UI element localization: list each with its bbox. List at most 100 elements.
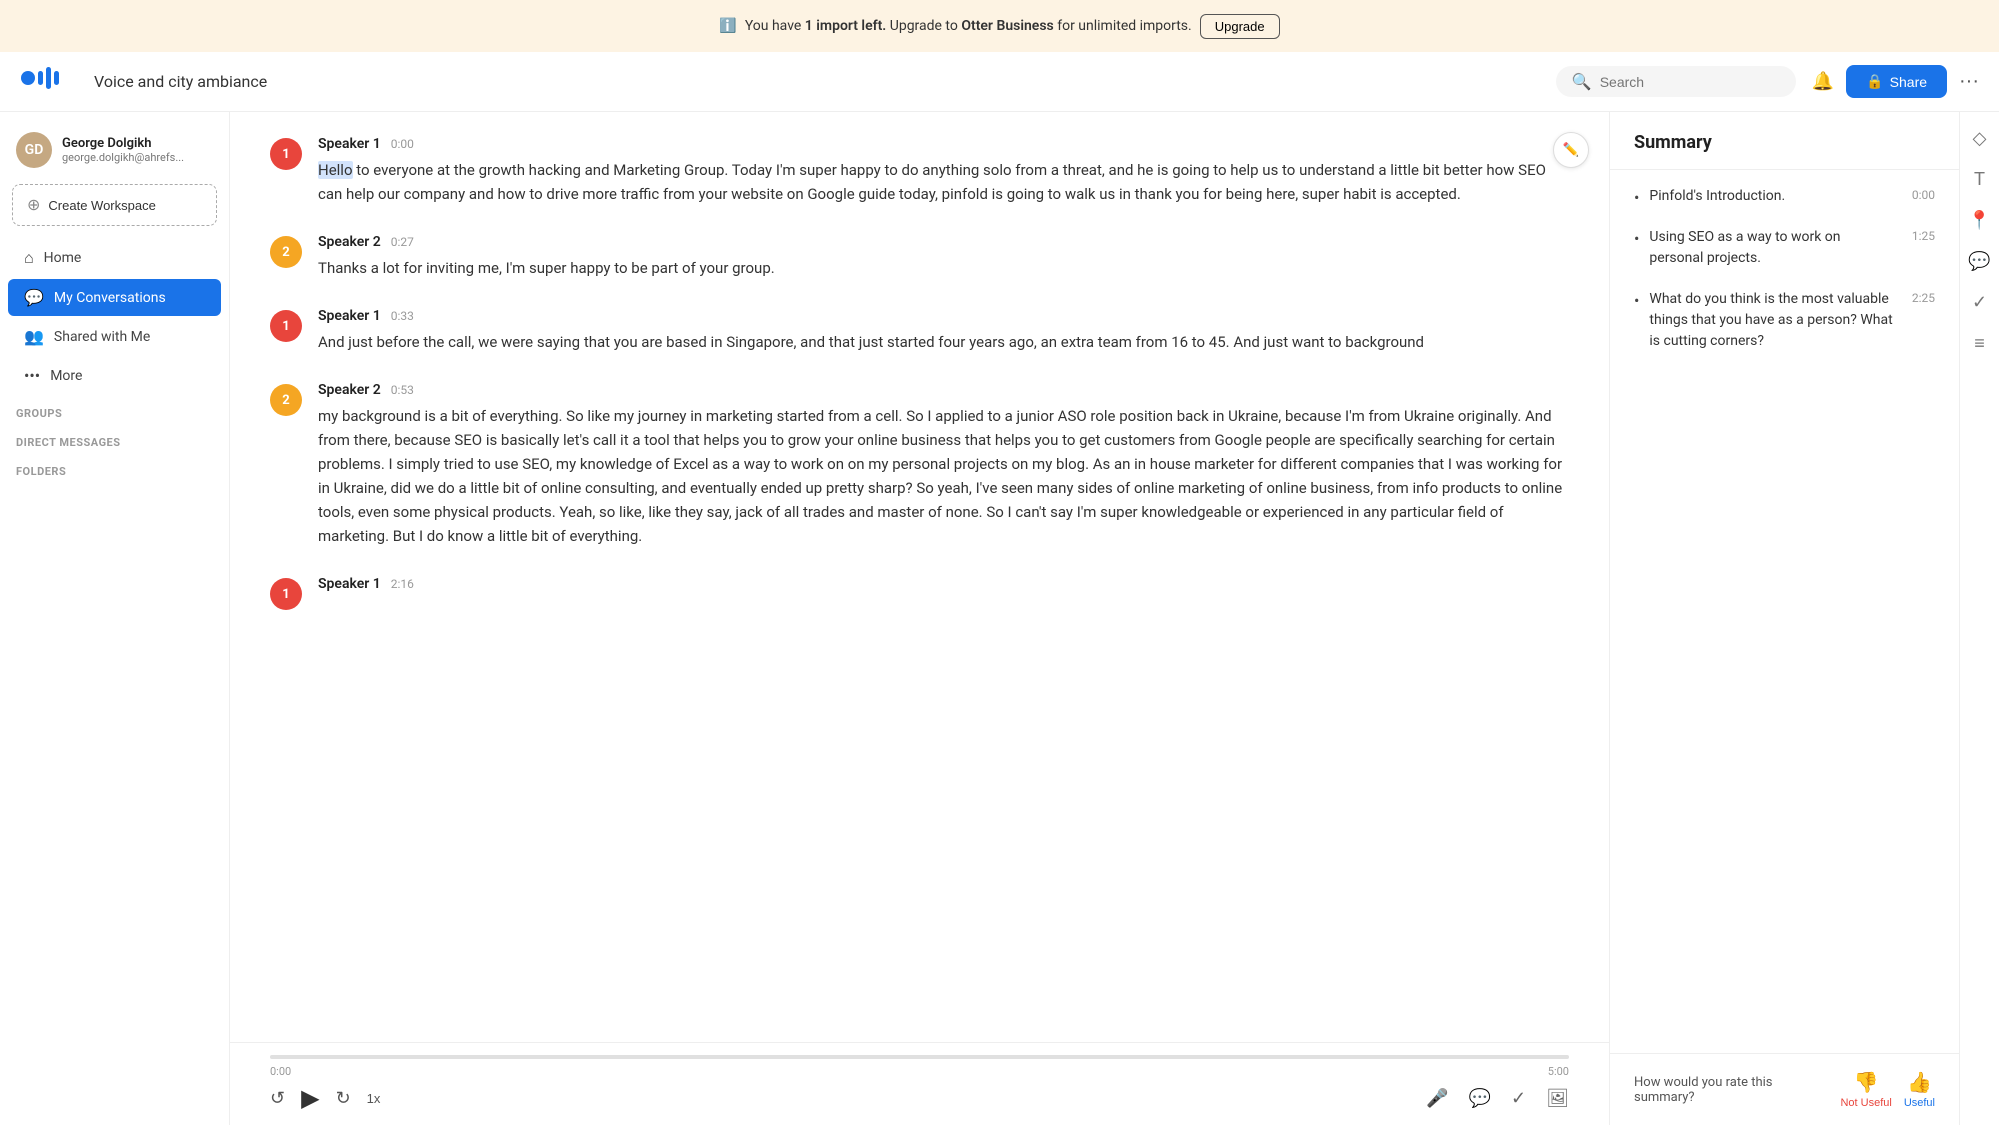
info-icon: ℹ️ xyxy=(719,18,736,34)
rewind-button[interactable]: ↺ xyxy=(270,1088,285,1109)
speaker-1-avatar: 1 xyxy=(270,310,302,342)
progress-bar-container[interactable] xyxy=(270,1055,1569,1059)
summary-panel: Summary • Pinfold's Introduction. 0:00 •… xyxy=(1609,112,1959,1125)
summary-title: Summary xyxy=(1610,112,1959,170)
sidebar-item-label: Shared with Me xyxy=(54,329,150,345)
transcript-wrapper: ✏️ 1 Speaker 1 0:00 Hello to everyone at… xyxy=(230,112,1999,1125)
timestamp: 2:16 xyxy=(391,577,414,591)
summary-item-text: Using SEO as a way to work on personal p… xyxy=(1649,227,1893,269)
bullet-icon: • xyxy=(1634,291,1639,310)
banner-text: You have 1 import left. Upgrade to Otter… xyxy=(745,18,1192,34)
timestamp: 0:33 xyxy=(391,309,414,323)
table-row: 1 Speaker 1 0:33 And just before the cal… xyxy=(270,308,1569,354)
user-section: GD George Dolgikh george.dolgikh@ahrefs.… xyxy=(0,124,229,180)
total-time: 5:00 xyxy=(1548,1065,1569,1078)
not-useful-button[interactable]: 👎 Not Useful xyxy=(1840,1070,1891,1109)
search-icon: 🔍 xyxy=(1572,72,1592,91)
user-name: George Dolgikh xyxy=(62,136,184,151)
table-row: 1 Speaker 1 0:00 Hello to everyone at th… xyxy=(270,136,1569,206)
speaker-2-avatar: 2 xyxy=(270,236,302,268)
pin-icon-button[interactable]: 📍 xyxy=(1968,210,1990,231)
summary-item-time: 2:25 xyxy=(1912,291,1935,305)
avatar: GD xyxy=(16,132,52,168)
speaker-2-avatar: 2 xyxy=(270,384,302,416)
list-icon-button[interactable]: ≡ xyxy=(1974,333,1985,354)
timestamp: 0:53 xyxy=(391,383,414,397)
home-icon: ⌂ xyxy=(24,248,34,268)
time-labels: 0:00 5:00 xyxy=(270,1065,1569,1078)
chat-right-icon-button[interactable]: 💬 xyxy=(1968,251,1990,272)
summary-item-text: Pinfold's Introduction. xyxy=(1649,186,1893,207)
check-icon-button[interactable]: ✓ xyxy=(1511,1088,1526,1109)
timestamp: 0:27 xyxy=(391,235,414,249)
speed-button[interactable]: 1x xyxy=(367,1091,381,1106)
rating-section: How would you rate this summary? 👎 Not U… xyxy=(1610,1053,1959,1125)
sidebar-item-shared-with-me[interactable]: 👥 Shared with Me xyxy=(8,318,221,355)
speaker-1-avatar: 1 xyxy=(270,578,302,610)
speaker-name: Speaker 1 xyxy=(318,136,381,152)
sidebar-item-label: Home xyxy=(44,250,82,266)
table-row: 2 Speaker 2 0:53 my background is a bit … xyxy=(270,382,1569,548)
more-icon: ••• xyxy=(24,366,40,385)
more-options-button[interactable]: ··· xyxy=(1959,70,1979,93)
player-right-controls: 🎤 💬 ✓ 🖼 xyxy=(1426,1088,1569,1109)
transcript-container: ✏️ 1 Speaker 1 0:00 Hello to everyone at… xyxy=(230,112,1609,1125)
chat-icon-button[interactable]: 💬 xyxy=(1469,1088,1491,1109)
message-content: Speaker 2 0:27 Thanks a lot for inviting… xyxy=(318,234,1569,280)
upgrade-button[interactable]: Upgrade xyxy=(1200,14,1280,39)
mic-icon-button[interactable]: 🎤 xyxy=(1426,1088,1448,1109)
sidebar-item-home[interactable]: ⌂ Home xyxy=(8,239,221,277)
create-workspace-button[interactable]: ⊕ Create Workspace xyxy=(12,184,217,226)
speaker-name: Speaker 1 xyxy=(318,576,381,592)
message-text: my background is a bit of everything. So… xyxy=(318,404,1569,548)
logo-icon xyxy=(20,64,68,99)
main-layout: GD George Dolgikh george.dolgikh@ahrefs.… xyxy=(0,112,1999,1125)
speaker-name: Speaker 1 xyxy=(318,308,381,324)
create-workspace-icon: ⊕ xyxy=(27,195,40,215)
thumbs-up-icon: 👍 xyxy=(1907,1070,1932,1095)
conversations-icon: 💬 xyxy=(24,288,44,307)
diamond-icon-button[interactable]: ◇ xyxy=(1973,128,1987,149)
message-header: Speaker 1 0:33 xyxy=(318,308,1569,324)
bullet-icon: • xyxy=(1634,188,1639,207)
sidebar-item-my-conversations[interactable]: 💬 My Conversations xyxy=(8,279,221,316)
user-info: George Dolgikh george.dolgikh@ahrefs... xyxy=(62,136,184,164)
forward-button[interactable]: ↻ xyxy=(336,1088,351,1109)
message-header: Speaker 1 0:00 xyxy=(318,136,1569,152)
speaker-name: Speaker 2 xyxy=(318,382,381,398)
header: Voice and city ambiance 🔍 🔔 🔒 Share ··· xyxy=(0,52,1999,112)
search-input[interactable] xyxy=(1600,74,1780,90)
speaker-name: Speaker 2 xyxy=(318,234,381,250)
sidebar: GD George Dolgikh george.dolgikh@ahrefs.… xyxy=(0,112,230,1125)
rating-label: How would you rate this summary? xyxy=(1634,1075,1828,1105)
table-row: 1 Speaker 1 2:16 xyxy=(270,576,1569,610)
useful-button[interactable]: 👍 Useful xyxy=(1904,1070,1935,1109)
speaker-1-avatar: 1 xyxy=(270,138,302,170)
message-header: Speaker 2 0:27 xyxy=(318,234,1569,250)
list-item: • What do you think is the most valuable… xyxy=(1634,289,1935,352)
message-header: Speaker 2 0:53 xyxy=(318,382,1569,398)
highlighted-word: Hello xyxy=(318,161,353,179)
list-item: • Using SEO as a way to work on personal… xyxy=(1634,227,1935,269)
notification-bell-button[interactable]: 🔔 xyxy=(1812,71,1834,92)
sidebar-item-more[interactable]: ••• More xyxy=(8,357,221,394)
message-content: Speaker 1 0:00 Hello to everyone at the … xyxy=(318,136,1569,206)
summary-item-text: What do you think is the most valuable t… xyxy=(1649,289,1893,352)
page-title: Voice and city ambiance xyxy=(94,72,1540,91)
image-icon-button[interactable]: 🖼 xyxy=(1546,1088,1569,1109)
message-content: Speaker 2 0:53 my background is a bit of… xyxy=(318,382,1569,548)
message-text: Hello to everyone at the growth hacking … xyxy=(318,158,1569,206)
player-controls: ↺ ▶ ↻ 1x 🎤 💬 ✓ 🖼 xyxy=(270,1084,1569,1113)
current-time: 0:00 xyxy=(270,1065,291,1078)
search-bar[interactable]: 🔍 xyxy=(1556,66,1796,97)
lock-icon: 🔒 xyxy=(1866,73,1883,90)
sidebar-item-label: More xyxy=(50,368,82,384)
edit-button[interactable]: ✏️ xyxy=(1553,132,1589,168)
play-button[interactable]: ▶ xyxy=(301,1084,319,1113)
text-format-icon-button[interactable]: T xyxy=(1974,169,1985,190)
message-text: Thanks a lot for inviting me, I'm super … xyxy=(318,256,1569,280)
thumbs-down-icon: 👎 xyxy=(1854,1070,1879,1095)
share-button[interactable]: 🔒 Share xyxy=(1846,65,1947,98)
check-circle-icon-button[interactable]: ✓ xyxy=(1972,292,1987,313)
shared-icon: 👥 xyxy=(24,327,44,346)
